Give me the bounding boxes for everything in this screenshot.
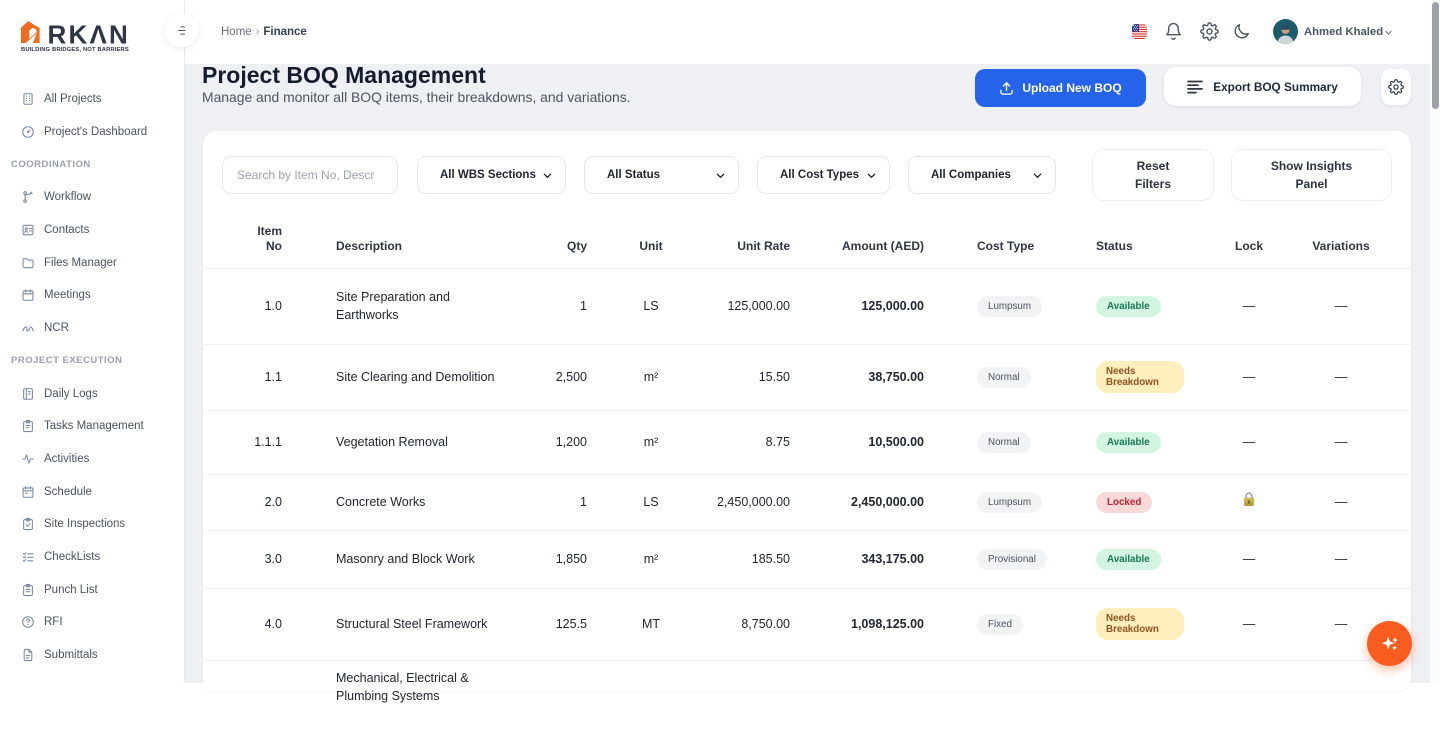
svg-text:RKΛN: RKΛN — [48, 21, 130, 45]
